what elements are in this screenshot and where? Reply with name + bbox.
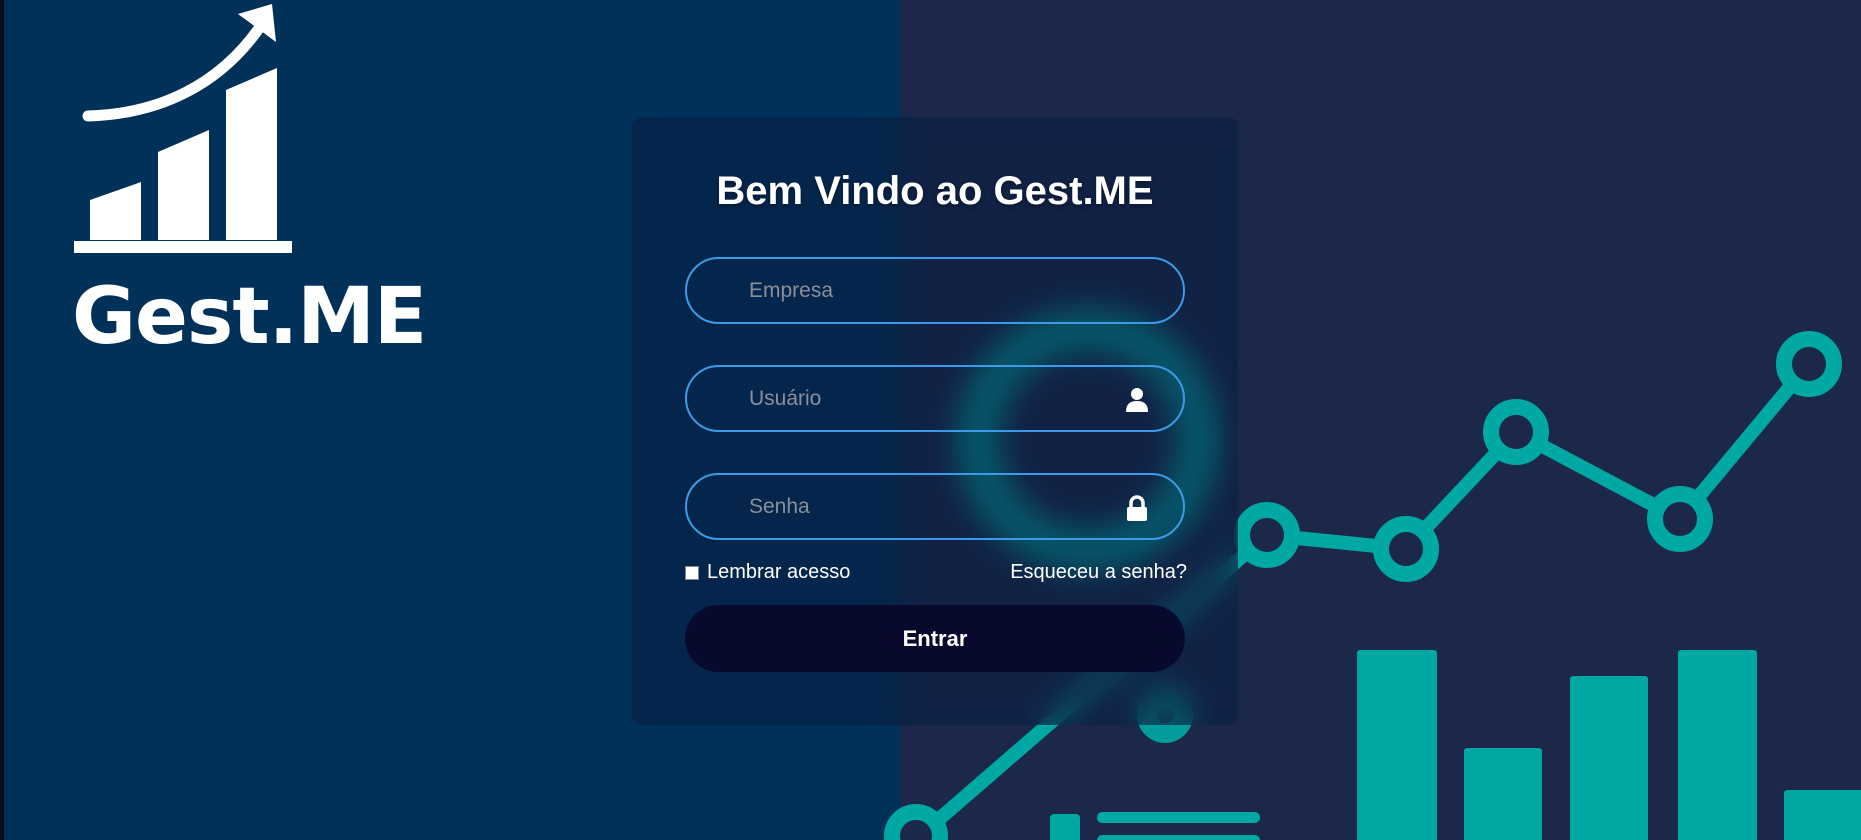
brand-wordmark: Gest.ME [72, 272, 427, 362]
remember-access-option[interactable]: Lembrar acesso [685, 561, 850, 584]
login-card: Bem Vindo ao Gest.ME Lembrar acesso Esqu… [632, 117, 1238, 725]
company-input[interactable] [687, 259, 1183, 322]
company-field [685, 257, 1185, 324]
remember-access-checkbox[interactable] [685, 565, 699, 580]
username-input[interactable] [687, 367, 1183, 430]
user-icon [1126, 388, 1148, 412]
background-bars [1357, 650, 1861, 840]
password-field [685, 473, 1185, 540]
remember-access-label: Lembrar acesso [707, 561, 851, 583]
password-input[interactable] [687, 475, 1183, 538]
username-field [685, 365, 1185, 432]
login-title: Bem Vindo ao Gest.ME [716, 169, 1154, 213]
lock-icon [1127, 495, 1147, 521]
forgot-password-link[interactable]: Esqueceu a senha? [1010, 561, 1187, 584]
login-submit-button[interactable]: Entrar [685, 605, 1185, 672]
background-list-glyph [1050, 812, 1260, 840]
